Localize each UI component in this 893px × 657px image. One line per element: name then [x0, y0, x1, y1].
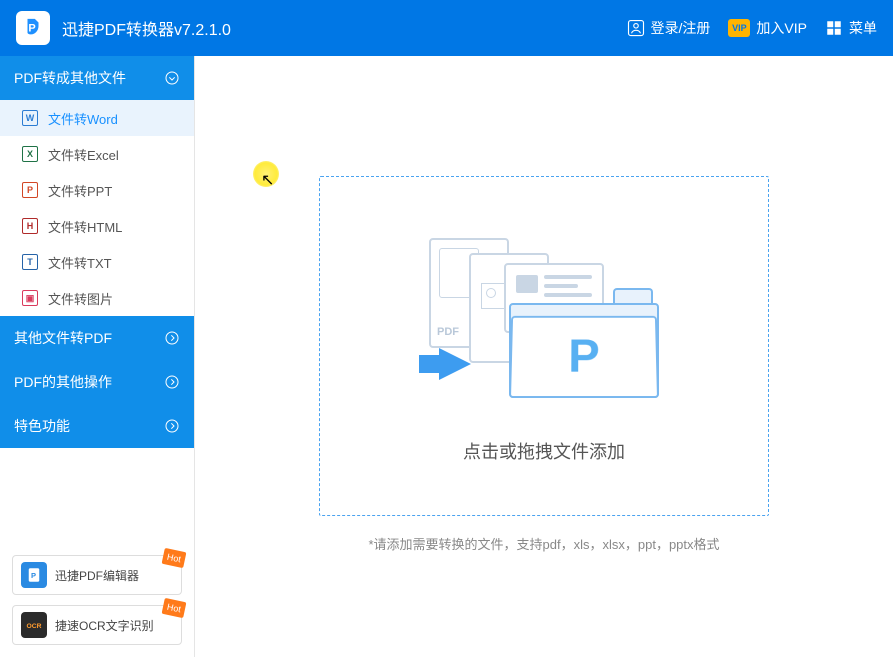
svg-text:P: P — [31, 571, 36, 580]
promo-label: 捷速OCR文字识别 — [55, 617, 154, 634]
sidebar-item-txt[interactable]: T 文件转TXT — [0, 244, 194, 280]
word-icon: W — [22, 110, 38, 126]
section-label: 其他文件转PDF — [14, 328, 112, 348]
section-label: 特色功能 — [14, 416, 70, 436]
dropzone-illustration: PDF P — [429, 228, 659, 408]
section-label: PDF的其他操作 — [14, 372, 112, 392]
section-special-features[interactable]: 特色功能 — [0, 404, 194, 448]
sidebar-item-label: 文件转HTML — [48, 217, 122, 236]
image-icon: ▣ — [22, 290, 38, 306]
login-button[interactable]: 登录/注册 — [627, 18, 711, 38]
app-title: 迅捷PDF转换器v7.2.1.0 — [62, 16, 231, 40]
promo-ocr[interactable]: OCR 捷速OCR文字识别 Hot — [12, 605, 182, 645]
vip-icon: VIP — [728, 19, 750, 37]
user-icon — [627, 19, 645, 37]
sidebar-item-ppt[interactable]: P 文件转PPT — [0, 172, 194, 208]
excel-icon: X — [22, 146, 38, 162]
vip-label: 加入VIP — [756, 18, 807, 38]
hot-badge: Hot — [162, 548, 187, 568]
format-hint: *请添加需要转换的文件，支持pdf，xls，xlsx，ppt，pptx格式 — [368, 534, 719, 553]
sidebar-item-label: 文件转Excel — [48, 145, 119, 164]
svg-text:OCR: OCR — [27, 623, 42, 630]
chevron-right-icon — [164, 418, 180, 434]
sidebar-item-label: 文件转图片 — [48, 289, 113, 308]
ppt-icon: P — [22, 182, 38, 198]
section-label: PDF转成其他文件 — [14, 68, 126, 88]
vip-button[interactable]: VIP 加入VIP — [728, 18, 807, 38]
main-content: ↖ PDF P 点击或拖拽文件添加 *请添加需要转换的文件，支持pdf，xls，… — [195, 56, 893, 657]
dropzone-text: 点击或拖拽文件添加 — [463, 438, 625, 464]
section-other-to-pdf[interactable]: 其他文件转PDF — [0, 316, 194, 360]
cursor-highlight — [253, 161, 279, 187]
sidebar-item-word[interactable]: W 文件转Word — [0, 100, 194, 136]
cursor-icon: ↖ — [261, 170, 274, 190]
sidebar-item-label: 文件转TXT — [48, 253, 112, 272]
promo-pdf-editor[interactable]: P 迅捷PDF编辑器 Hot — [12, 555, 182, 595]
sidebar-item-label: 文件转Word — [48, 109, 118, 128]
html-icon: H — [22, 218, 38, 234]
file-dropzone[interactable]: PDF P 点击或拖拽文件添加 — [319, 176, 769, 516]
sidebar: PDF转成其他文件 W 文件转Word X 文件转Excel P 文件转PPT … — [0, 56, 195, 657]
section-pdf-operations[interactable]: PDF的其他操作 — [0, 360, 194, 404]
chevron-down-icon — [164, 70, 180, 86]
svg-text:P: P — [28, 23, 35, 35]
chevron-right-icon — [164, 374, 180, 390]
section-pdf-to-other[interactable]: PDF转成其他文件 — [0, 56, 194, 100]
hot-badge: Hot — [162, 598, 187, 618]
grid-icon — [825, 19, 843, 37]
titlebar: P 迅捷PDF转换器v7.2.1.0 登录/注册 VIP 加入VIP 菜单 — [0, 0, 893, 56]
menu-button[interactable]: 菜单 — [825, 18, 877, 38]
sidebar-item-label: 文件转PPT — [48, 181, 112, 200]
sidebar-item-image[interactable]: ▣ 文件转图片 — [0, 280, 194, 316]
ocr-icon: OCR — [21, 612, 47, 638]
menu-label: 菜单 — [849, 18, 877, 38]
txt-icon: T — [22, 254, 38, 270]
chevron-right-icon — [164, 330, 180, 346]
sidebar-item-excel[interactable]: X 文件转Excel — [0, 136, 194, 172]
sidebar-item-html[interactable]: H 文件转HTML — [0, 208, 194, 244]
pdf-editor-icon: P — [21, 562, 47, 588]
promo-label: 迅捷PDF编辑器 — [55, 567, 139, 584]
login-label: 登录/注册 — [651, 18, 711, 38]
app-logo: P — [16, 11, 50, 45]
